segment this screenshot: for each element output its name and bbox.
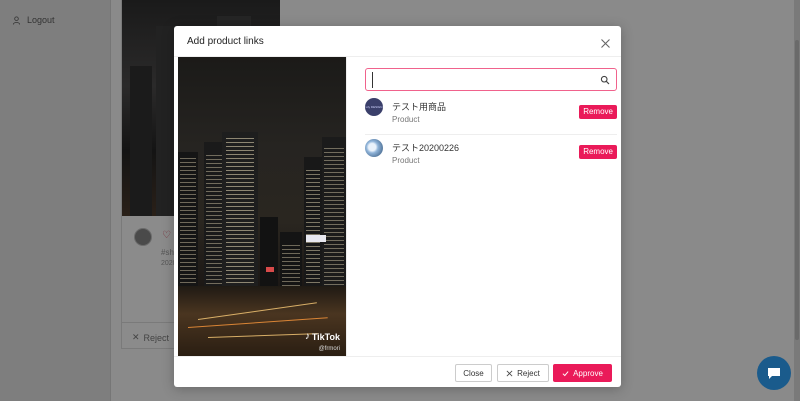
tiktok-watermark: ♪ TikTok: [305, 331, 340, 342]
post-hashtag: #sh: [161, 248, 174, 257]
tiktok-brand: TikTok: [311, 331, 340, 342]
product-type: Product: [392, 156, 420, 165]
product-thumbnail: [365, 139, 383, 157]
heart-icon[interactable]: ♡: [162, 230, 171, 241]
avatar: [134, 228, 152, 246]
search-box[interactable]: [365, 68, 617, 91]
tiktok-icon: ♪: [304, 331, 310, 342]
reject-button-label: Reject: [517, 368, 540, 378]
background-reject-button[interactable]: ✕ Reject: [132, 332, 169, 343]
logout-label: Logout: [27, 15, 55, 25]
logout-link[interactable]: Logout: [12, 15, 55, 25]
list-item: テスト20200226 Product Remove: [365, 135, 617, 176]
approve-button[interactable]: Approve: [553, 364, 612, 382]
reject-button[interactable]: Reject: [497, 364, 549, 382]
product-name: テスト20200226: [392, 143, 460, 153]
tiktok-username: @frmori: [318, 346, 340, 352]
modal-title: Add product links: [187, 36, 264, 47]
scrollbar-thumb[interactable]: [795, 40, 799, 340]
x-icon: ✕: [132, 332, 140, 342]
check-icon: [562, 370, 569, 376]
close-button-label: Close: [463, 368, 484, 378]
x-icon: [506, 370, 513, 376]
background-reject-label: Reject: [143, 332, 170, 343]
search-icon[interactable]: [600, 75, 610, 85]
user-icon: [12, 15, 21, 25]
product-thumbnail: Lily DESIGN: [365, 98, 383, 116]
modal-footer: Close Reject Approve: [174, 356, 621, 387]
page-scrollbar[interactable]: [794, 0, 800, 401]
product-name: テスト用商品: [392, 102, 447, 112]
list-item: Lily DESIGN テスト用商品 Product Remove: [365, 94, 617, 135]
close-button[interactable]: Close: [455, 364, 492, 382]
remove-button[interactable]: Remove: [579, 145, 617, 159]
remove-button[interactable]: Remove: [579, 105, 617, 119]
modal-header: Add product links: [174, 26, 621, 57]
product-panel: Lily DESIGN テスト用商品 Product Remove テスト202…: [346, 57, 621, 356]
add-product-links-modal: Add product links ♪ TikTok @frmori Lily …: [174, 26, 621, 387]
tiktok-video-preview[interactable]: ♪ TikTok @frmori: [178, 57, 346, 356]
search-input[interactable]: [372, 72, 592, 88]
approve-button-label: Approve: [573, 368, 603, 378]
chat-icon: [768, 368, 780, 379]
product-type: Product: [392, 115, 420, 124]
sidebar: Logout: [0, 0, 111, 401]
chat-button[interactable]: [757, 356, 791, 390]
close-icon[interactable]: [600, 36, 611, 48]
